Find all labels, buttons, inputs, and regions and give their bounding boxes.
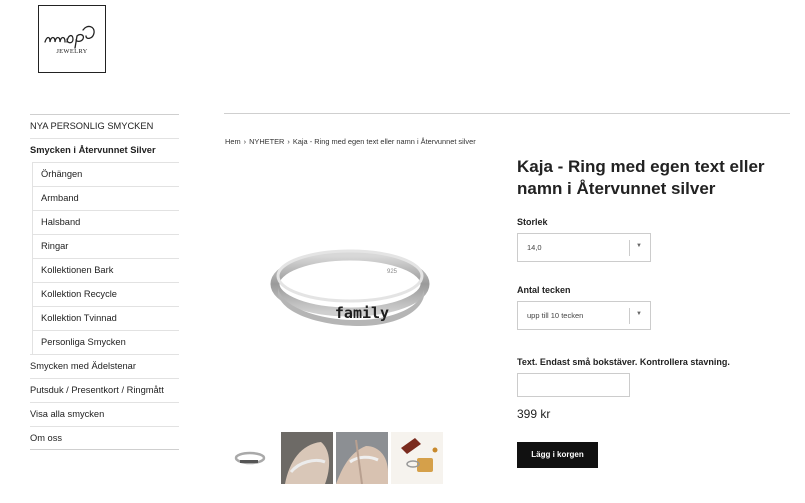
thumbnail-3[interactable] [336, 432, 388, 484]
select-divider [629, 240, 630, 256]
sidebar-subitem-personliga-smycken[interactable]: Personliga Smycken [33, 330, 179, 354]
sidebar-subitem-armband[interactable]: Armband [33, 186, 179, 210]
sidebar-item-atervunnet-silver[interactable]: Smycken i Återvunnet Silver [30, 138, 179, 162]
breadcrumb-home[interactable]: Hem [225, 137, 241, 146]
sidebar-submenu: Örhängen Armband Halsband Ringar Kollekt… [32, 162, 179, 354]
sidebar-subitem-orhangen[interactable]: Örhängen [33, 162, 179, 186]
chars-label: Antal tecken [517, 285, 571, 295]
chars-select-value: upp till 10 tecken [527, 311, 584, 320]
chars-select[interactable]: upp till 10 tecken ▼ [517, 301, 651, 330]
thumbnail-2[interactable] [281, 432, 333, 484]
sidebar-subitem-kollektion-recycle[interactable]: Kollektion Recycle [33, 282, 179, 306]
sidebar-subitem-kollektionen-bark[interactable]: Kollektionen Bark [33, 258, 179, 282]
product-title: Kaja - Ring med egen text eller namn i Å… [517, 157, 765, 198]
sidebar-subitem-ringar[interactable]: Ringar [33, 234, 179, 258]
breadcrumb: Hem › NYHETER › Kaja - Ring med egen text el… [225, 137, 479, 146]
size-select-value: 14,0 [527, 243, 542, 252]
site-logo[interactable]: JEWELRY [38, 5, 106, 73]
sidebar-item-om-oss[interactable]: Om oss [30, 426, 179, 450]
product-main-image[interactable]: family 925 [262, 236, 437, 346]
size-select[interactable]: 14,0 ▼ [517, 233, 651, 262]
sidebar-item-nya-personlig-smycken[interactable]: NYA PERSONLIG SMYCKEN [30, 114, 179, 138]
logo-subtitle: JEWELRY [56, 48, 88, 55]
engraving-text-input[interactable] [517, 373, 630, 397]
logo-script-icon [44, 25, 95, 49]
text-label: Text. Endast små bokstäver. Kontrollera … [517, 357, 730, 367]
sidebar-item-adelstenar[interactable]: Smycken med Ädelstenar [30, 354, 179, 378]
header-divider [224, 113, 790, 114]
add-to-cart-button[interactable]: Lägg i korgen [517, 442, 598, 468]
size-label: Storlek [517, 217, 548, 227]
sidebar-item-putsduk[interactable]: Putsduk / Presentkort / Ringmått [30, 378, 179, 402]
sidebar-subitem-kollektion-tvinnad[interactable]: Kollektion Tvinnad [33, 306, 179, 330]
sidebar-item-visa-alla[interactable]: Visa alla smycken [30, 402, 179, 426]
breadcrumb-separator: › [243, 137, 247, 146]
sidebar-subitem-halsband[interactable]: Halsband [33, 210, 179, 234]
thumbnail-strip [226, 432, 443, 484]
category-sidebar: NYA PERSONLIG SMYCKEN Smycken i Återvunn… [30, 114, 179, 450]
thumbnail-1[interactable] [226, 432, 278, 484]
ring-engraving: family [335, 304, 389, 322]
thumbnail-4[interactable] [391, 432, 443, 484]
select-divider [629, 308, 630, 324]
chevron-down-icon: ▼ [636, 311, 642, 317]
breadcrumb-separator: › [287, 137, 290, 146]
breadcrumb-current: Kaja - Ring med egen text eller namn i Å… [292, 137, 476, 146]
chevron-down-icon: ▼ [636, 243, 642, 249]
product-price: 399 kr [517, 407, 551, 421]
breadcrumb-category[interactable]: NYHETER [249, 137, 284, 146]
ring-stamp: 925 [387, 269, 398, 275]
